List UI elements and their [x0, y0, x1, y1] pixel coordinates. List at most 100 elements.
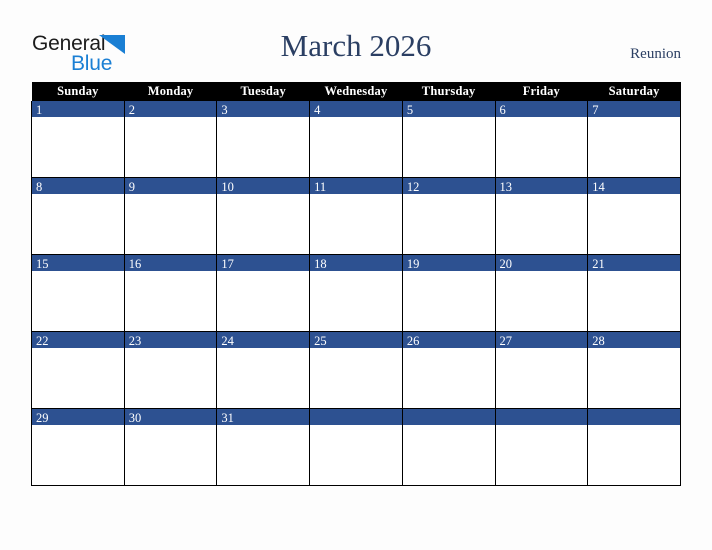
day-note-area[interactable]: [217, 271, 310, 330]
calendar-day-cell[interactable]: 19: [401, 254, 496, 332]
day-note-area[interactable]: [310, 271, 402, 330]
calendar-day-cell[interactable]: 29: [31, 408, 125, 486]
weekday-header-monday: Monday: [124, 82, 217, 101]
day-note-area[interactable]: [495, 117, 588, 176]
day-note-area[interactable]: [217, 425, 310, 484]
calendar-day-cell[interactable]: 3: [216, 101, 311, 178]
day-number: [402, 409, 495, 425]
day-cell-inner: 4: [310, 101, 402, 177]
day-note-area[interactable]: [402, 425, 495, 484]
day-note-area[interactable]: [402, 348, 495, 407]
day-note-area[interactable]: [32, 348, 124, 407]
day-note-area[interactable]: [124, 117, 217, 176]
calendar-day-cell[interactable]: 22: [31, 331, 125, 409]
day-number: 9: [124, 178, 217, 194]
calendar-day-cell[interactable]: 6: [494, 101, 589, 178]
day-note-area[interactable]: [495, 348, 588, 407]
day-note-area[interactable]: [32, 271, 124, 330]
page-title: March 2026: [280, 28, 432, 63]
day-number: 26: [402, 332, 495, 348]
weekday-header-sunday: Sunday: [31, 82, 125, 101]
calendar-day-cell[interactable]: 25: [309, 331, 403, 409]
day-note-area[interactable]: [32, 425, 124, 484]
calendar-day-cell[interactable]: 1: [31, 101, 125, 178]
day-note-area[interactable]: [310, 348, 402, 407]
day-note-area[interactable]: [588, 117, 680, 176]
day-note-area[interactable]: [124, 425, 217, 484]
calendar-day-cell[interactable]: 9: [123, 177, 218, 255]
day-number: 20: [495, 255, 588, 271]
day-note-area[interactable]: [310, 425, 402, 484]
day-note-area[interactable]: [495, 194, 588, 253]
calendar-empty-cell[interactable]: [401, 408, 496, 486]
calendar-day-cell[interactable]: 8: [31, 177, 125, 255]
weekday-header-row: Sunday Monday Tuesday Wednesday Thursday…: [31, 82, 681, 101]
calendar-day-cell[interactable]: 13: [494, 177, 589, 255]
calendar-day-cell[interactable]: 14: [587, 177, 681, 255]
calendar-day-cell[interactable]: 12: [401, 177, 496, 255]
day-number: 12: [402, 178, 495, 194]
day-cell-inner: 25: [310, 332, 402, 408]
day-number: 31: [217, 409, 310, 425]
calendar-day-cell[interactable]: 20: [494, 254, 589, 332]
calendar-day-cell[interactable]: 2: [123, 101, 218, 178]
day-note-area[interactable]: [402, 117, 495, 176]
day-note-area[interactable]: [217, 117, 310, 176]
day-note-area[interactable]: [495, 271, 588, 330]
calendar-day-cell[interactable]: 30: [123, 408, 218, 486]
day-note-area[interactable]: [124, 348, 217, 407]
day-note-area[interactable]: [402, 194, 495, 253]
calendar-day-cell[interactable]: 27: [494, 331, 589, 409]
day-note-area[interactable]: [310, 117, 402, 176]
calendar-day-cell[interactable]: 15: [31, 254, 125, 332]
day-cell-inner: 15: [32, 255, 124, 331]
day-cell-inner: 20: [495, 255, 588, 331]
calendar-body: 1 2 3 4 5 6 7 8 9 10 11 12 13 14 15 16 17 18 19 20 21 22 23 24 2…: [31, 101, 681, 486]
day-note-area[interactable]: [124, 194, 217, 253]
calendar-empty-cell[interactable]: [587, 408, 681, 486]
day-number: 17: [217, 255, 310, 271]
calendar-day-cell[interactable]: 17: [216, 254, 311, 332]
calendar-day-cell[interactable]: 5: [401, 101, 496, 178]
day-note-area[interactable]: [32, 117, 124, 176]
day-number: [588, 409, 680, 425]
calendar-day-cell[interactable]: 31: [216, 408, 311, 486]
day-note-area[interactable]: [32, 194, 124, 253]
day-note-area[interactable]: [402, 271, 495, 330]
day-cell-inner: 27: [495, 332, 588, 408]
day-note-area[interactable]: [217, 348, 310, 407]
day-note-area[interactable]: [588, 425, 680, 484]
day-note-area[interactable]: [217, 194, 310, 253]
calendar-day-cell[interactable]: 4: [309, 101, 403, 178]
calendar-day-cell[interactable]: 7: [587, 101, 681, 178]
calendar-day-cell[interactable]: 23: [123, 331, 218, 409]
day-cell-inner: 30: [124, 409, 217, 485]
day-note-area[interactable]: [310, 194, 402, 253]
day-note-area[interactable]: [588, 271, 680, 330]
calendar-day-cell[interactable]: 10: [216, 177, 311, 255]
day-number: 13: [495, 178, 588, 194]
calendar-empty-cell[interactable]: [309, 408, 403, 486]
calendar-day-cell[interactable]: 21: [587, 254, 681, 332]
weekday-header-friday: Friday: [495, 82, 588, 101]
calendar-day-cell[interactable]: 16: [123, 254, 218, 332]
day-note-area[interactable]: [588, 348, 680, 407]
calendar-day-cell[interactable]: 28: [587, 331, 681, 409]
day-number: 19: [402, 255, 495, 271]
calendar-day-cell[interactable]: 26: [401, 331, 496, 409]
calendar-week-row: 8 9 10 11 12 13 14: [31, 177, 681, 255]
day-note-area[interactable]: [588, 194, 680, 253]
day-note-area[interactable]: [495, 425, 588, 484]
calendar-day-cell[interactable]: 24: [216, 331, 311, 409]
calendar-day-cell[interactable]: 11: [309, 177, 403, 255]
day-number: 28: [588, 332, 680, 348]
day-cell-inner: 1: [32, 101, 124, 177]
day-number: 25: [310, 332, 402, 348]
calendar-empty-cell[interactable]: [494, 408, 589, 486]
day-cell-inner: 18: [310, 255, 402, 331]
day-cell-inner: 17: [217, 255, 310, 331]
day-number: 14: [588, 178, 680, 194]
calendar-day-cell[interactable]: 18: [309, 254, 403, 332]
locale-label: Reunion: [630, 46, 681, 62]
day-note-area[interactable]: [124, 271, 217, 330]
